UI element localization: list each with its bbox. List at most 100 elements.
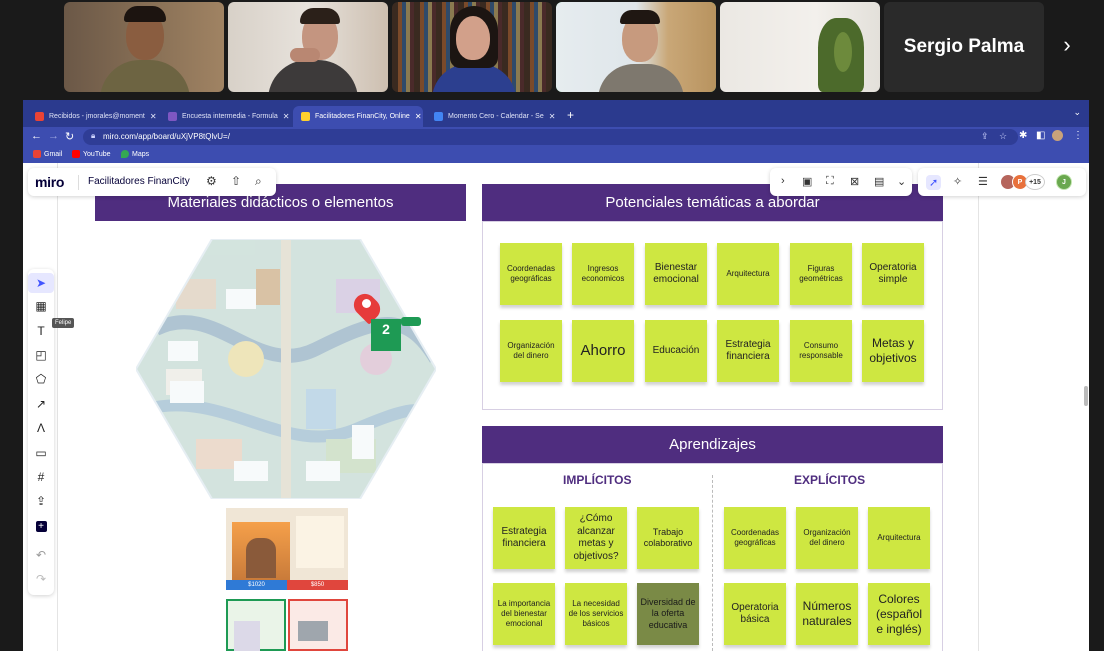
- sticky-note[interactable]: Trabajo colaborativo: [637, 507, 699, 569]
- participant-name-tile[interactable]: Sergio Palma: [884, 2, 1044, 92]
- chevron-right-icon[interactable]: ›: [1052, 30, 1082, 60]
- close-icon[interactable]: ✕: [283, 112, 290, 121]
- participant-video-4-active-speaker[interactable]: [556, 2, 716, 92]
- sticky-note[interactable]: Consumo responsable: [790, 320, 852, 382]
- sticky-note[interactable]: Operatoria simple: [862, 243, 924, 305]
- browser-tab-bar: Recibidos - jmorales@moment ✕ Encuesta i…: [23, 100, 1089, 127]
- share-icon[interactable]: ⇪: [981, 131, 989, 142]
- browser-tab-gmail[interactable]: Recibidos - jmorales@moment ✕: [27, 106, 157, 127]
- sticky-note[interactable]: Coordenadas geográficas: [500, 243, 562, 305]
- sticky-note[interactable]: Arquitectura: [868, 507, 930, 569]
- text-tool-icon[interactable]: T: [28, 324, 54, 338]
- column-title-implicitos: IMPLÍCITOS: [563, 473, 632, 487]
- canvas-scrollbar[interactable]: [1084, 386, 1088, 406]
- chevron-right-icon[interactable]: ›: [781, 175, 785, 187]
- upload-icon[interactable]: ⇪: [28, 494, 54, 508]
- sticky-note[interactable]: Colores (español e inglés): [868, 583, 930, 645]
- reload-icon[interactable]: ↻: [65, 130, 74, 143]
- sticky-note-icon[interactable]: ◰: [28, 348, 54, 362]
- comments-icon[interactable]: ☰: [978, 175, 988, 188]
- sticky-note-selected[interactable]: Diversidad de la oferta educativa: [637, 583, 699, 645]
- avatar-initial: J: [1062, 178, 1066, 186]
- close-icon[interactable]: ✕: [549, 112, 556, 121]
- miro-logo[interactable]: miro: [35, 174, 64, 190]
- celebrate-icon[interactable]: ✧: [953, 175, 962, 188]
- cursor-select-icon[interactable]: ➚: [926, 175, 942, 190]
- bookmark-maps[interactable]: Maps: [121, 150, 149, 158]
- redo-icon[interactable]: ↷: [28, 572, 54, 586]
- sticky-note[interactable]: ¿Cómo alcanzar metas y objetivos?: [565, 507, 627, 569]
- undo-icon[interactable]: ↶: [28, 548, 54, 562]
- map-pin-dot: [362, 299, 371, 308]
- sticky-note[interactable]: La importancia del bienestar emocional: [493, 583, 555, 645]
- frame-icon[interactable]: #: [28, 470, 54, 484]
- shapes-icon[interactable]: ⬠: [28, 372, 54, 386]
- participant-video-2[interactable]: [228, 2, 388, 92]
- my-avatar[interactable]: J: [1056, 174, 1072, 190]
- game-board-illustration[interactable]: 2: [134, 238, 438, 500]
- more-collaborators-badge[interactable]: +15: [1025, 174, 1045, 190]
- sticky-note[interactable]: Figuras geométricas: [790, 243, 852, 305]
- sticky-note[interactable]: Números naturales: [796, 583, 858, 645]
- profile-avatar[interactable]: [1052, 130, 1063, 144]
- maps-icon: [121, 150, 129, 158]
- sticky-note[interactable]: Bienestar emocional: [645, 243, 707, 305]
- participant-video-1[interactable]: [64, 2, 224, 92]
- tab-search-chevron-icon[interactable]: ⌄: [1073, 107, 1081, 118]
- bookmark-youtube[interactable]: YouTube: [72, 150, 111, 158]
- url-text[interactable]: miro.com/app/board/uXjVP8tQlvU=/: [103, 132, 230, 141]
- back-arrow-icon[interactable]: ←: [31, 130, 42, 142]
- export-upload-icon[interactable]: ⇧: [231, 174, 241, 188]
- game-card-illustration[interactable]: $1020 $850: [226, 508, 348, 590]
- select-cursor-icon[interactable]: ➤: [28, 273, 54, 293]
- sticky-note[interactable]: Estrategia financiera: [717, 320, 779, 382]
- screen-capture-icon[interactable]: ⛶: [826, 175, 834, 188]
- game-card-small-2[interactable]: [288, 599, 348, 651]
- gear-icon[interactable]: ⚙: [206, 174, 217, 188]
- document-icon[interactable]: ▤: [874, 175, 884, 188]
- url-omnibox[interactable]: 🔒︎ miro.com/app/board/uXjVP8tQlvU=/ ⇪ ☆: [83, 129, 1018, 145]
- connector-arrow-icon[interactable]: ↗: [28, 397, 54, 411]
- bookmark-gmail[interactable]: Gmail: [33, 150, 62, 158]
- game-card-small-1[interactable]: [226, 599, 286, 651]
- sticky-note[interactable]: La necesidad de los servicios básicos: [565, 583, 627, 645]
- sticky-note[interactable]: Organización del dinero: [796, 507, 858, 569]
- frame-header-aprendizajes[interactable]: Aprendizajes: [482, 426, 943, 463]
- miro-collaboration-toolbar: ➚ ✧ ☰ P +15 J: [918, 168, 1086, 196]
- sticky-note[interactable]: Arquitectura: [717, 243, 779, 305]
- search-icon[interactable]: ⌕: [255, 174, 262, 189]
- board-image-icon[interactable]: ▣: [802, 175, 812, 188]
- forward-arrow-icon[interactable]: →: [48, 130, 59, 142]
- chevron-down-icon[interactable]: ⌄: [897, 175, 906, 188]
- templates-icon[interactable]: ▦: [28, 299, 54, 313]
- browser-tab-calendar[interactable]: Momento Cero - Calendar - Se ✕: [426, 106, 556, 127]
- miro-apps-toolbar: › ▣ ⛶ ⊠ ▤ ⌄: [770, 168, 912, 196]
- comment-icon[interactable]: ▭: [28, 446, 54, 460]
- side-panel-icon[interactable]: ◧: [1036, 130, 1045, 141]
- board-name[interactable]: Facilitadores FinanCity: [88, 176, 190, 187]
- sticky-text: Coordenadas geográficas: [506, 264, 556, 283]
- sticky-note[interactable]: Ingresos economicos: [572, 243, 634, 305]
- close-icon[interactable]: ✕: [150, 112, 157, 121]
- browser-tab-miro[interactable]: Facilitadores FinanCity, Online ✕: [293, 106, 423, 127]
- sticky-note[interactable]: Estrategia financiera: [493, 507, 555, 569]
- miro-board-canvas[interactable]: Materiales didácticos o elementos 2 $102…: [23, 163, 1089, 651]
- participant-video-3[interactable]: [392, 2, 552, 92]
- extensions-puzzle-icon[interactable]: ✱: [1019, 130, 1027, 141]
- sticky-note[interactable]: Metas y objetivos: [862, 320, 924, 382]
- excel-icon[interactable]: ⊠: [850, 175, 859, 188]
- new-tab-plus-icon[interactable]: +: [567, 108, 574, 122]
- participant-video-5[interactable]: [720, 2, 880, 92]
- bookmark-star-icon[interactable]: ☆: [999, 131, 1007, 142]
- sticky-note[interactable]: Operatoria básica: [724, 583, 786, 645]
- sticky-text: Ingresos economicos: [581, 264, 625, 283]
- sticky-note[interactable]: Coordenadas geográficas: [724, 507, 786, 569]
- browser-tab-forms[interactable]: Encuesta intermedia - Formula ✕: [160, 106, 290, 127]
- sticky-note[interactable]: Educación: [645, 320, 707, 382]
- sticky-note[interactable]: Ahorro: [572, 320, 634, 382]
- close-icon[interactable]: ✕: [415, 112, 422, 121]
- sticky-note[interactable]: Organización del dinero: [500, 320, 562, 382]
- more-apps-plus-icon[interactable]: +: [28, 518, 54, 532]
- kebab-menu-icon[interactable]: ⋮: [1073, 130, 1083, 141]
- pen-icon[interactable]: Λ: [28, 421, 54, 435]
